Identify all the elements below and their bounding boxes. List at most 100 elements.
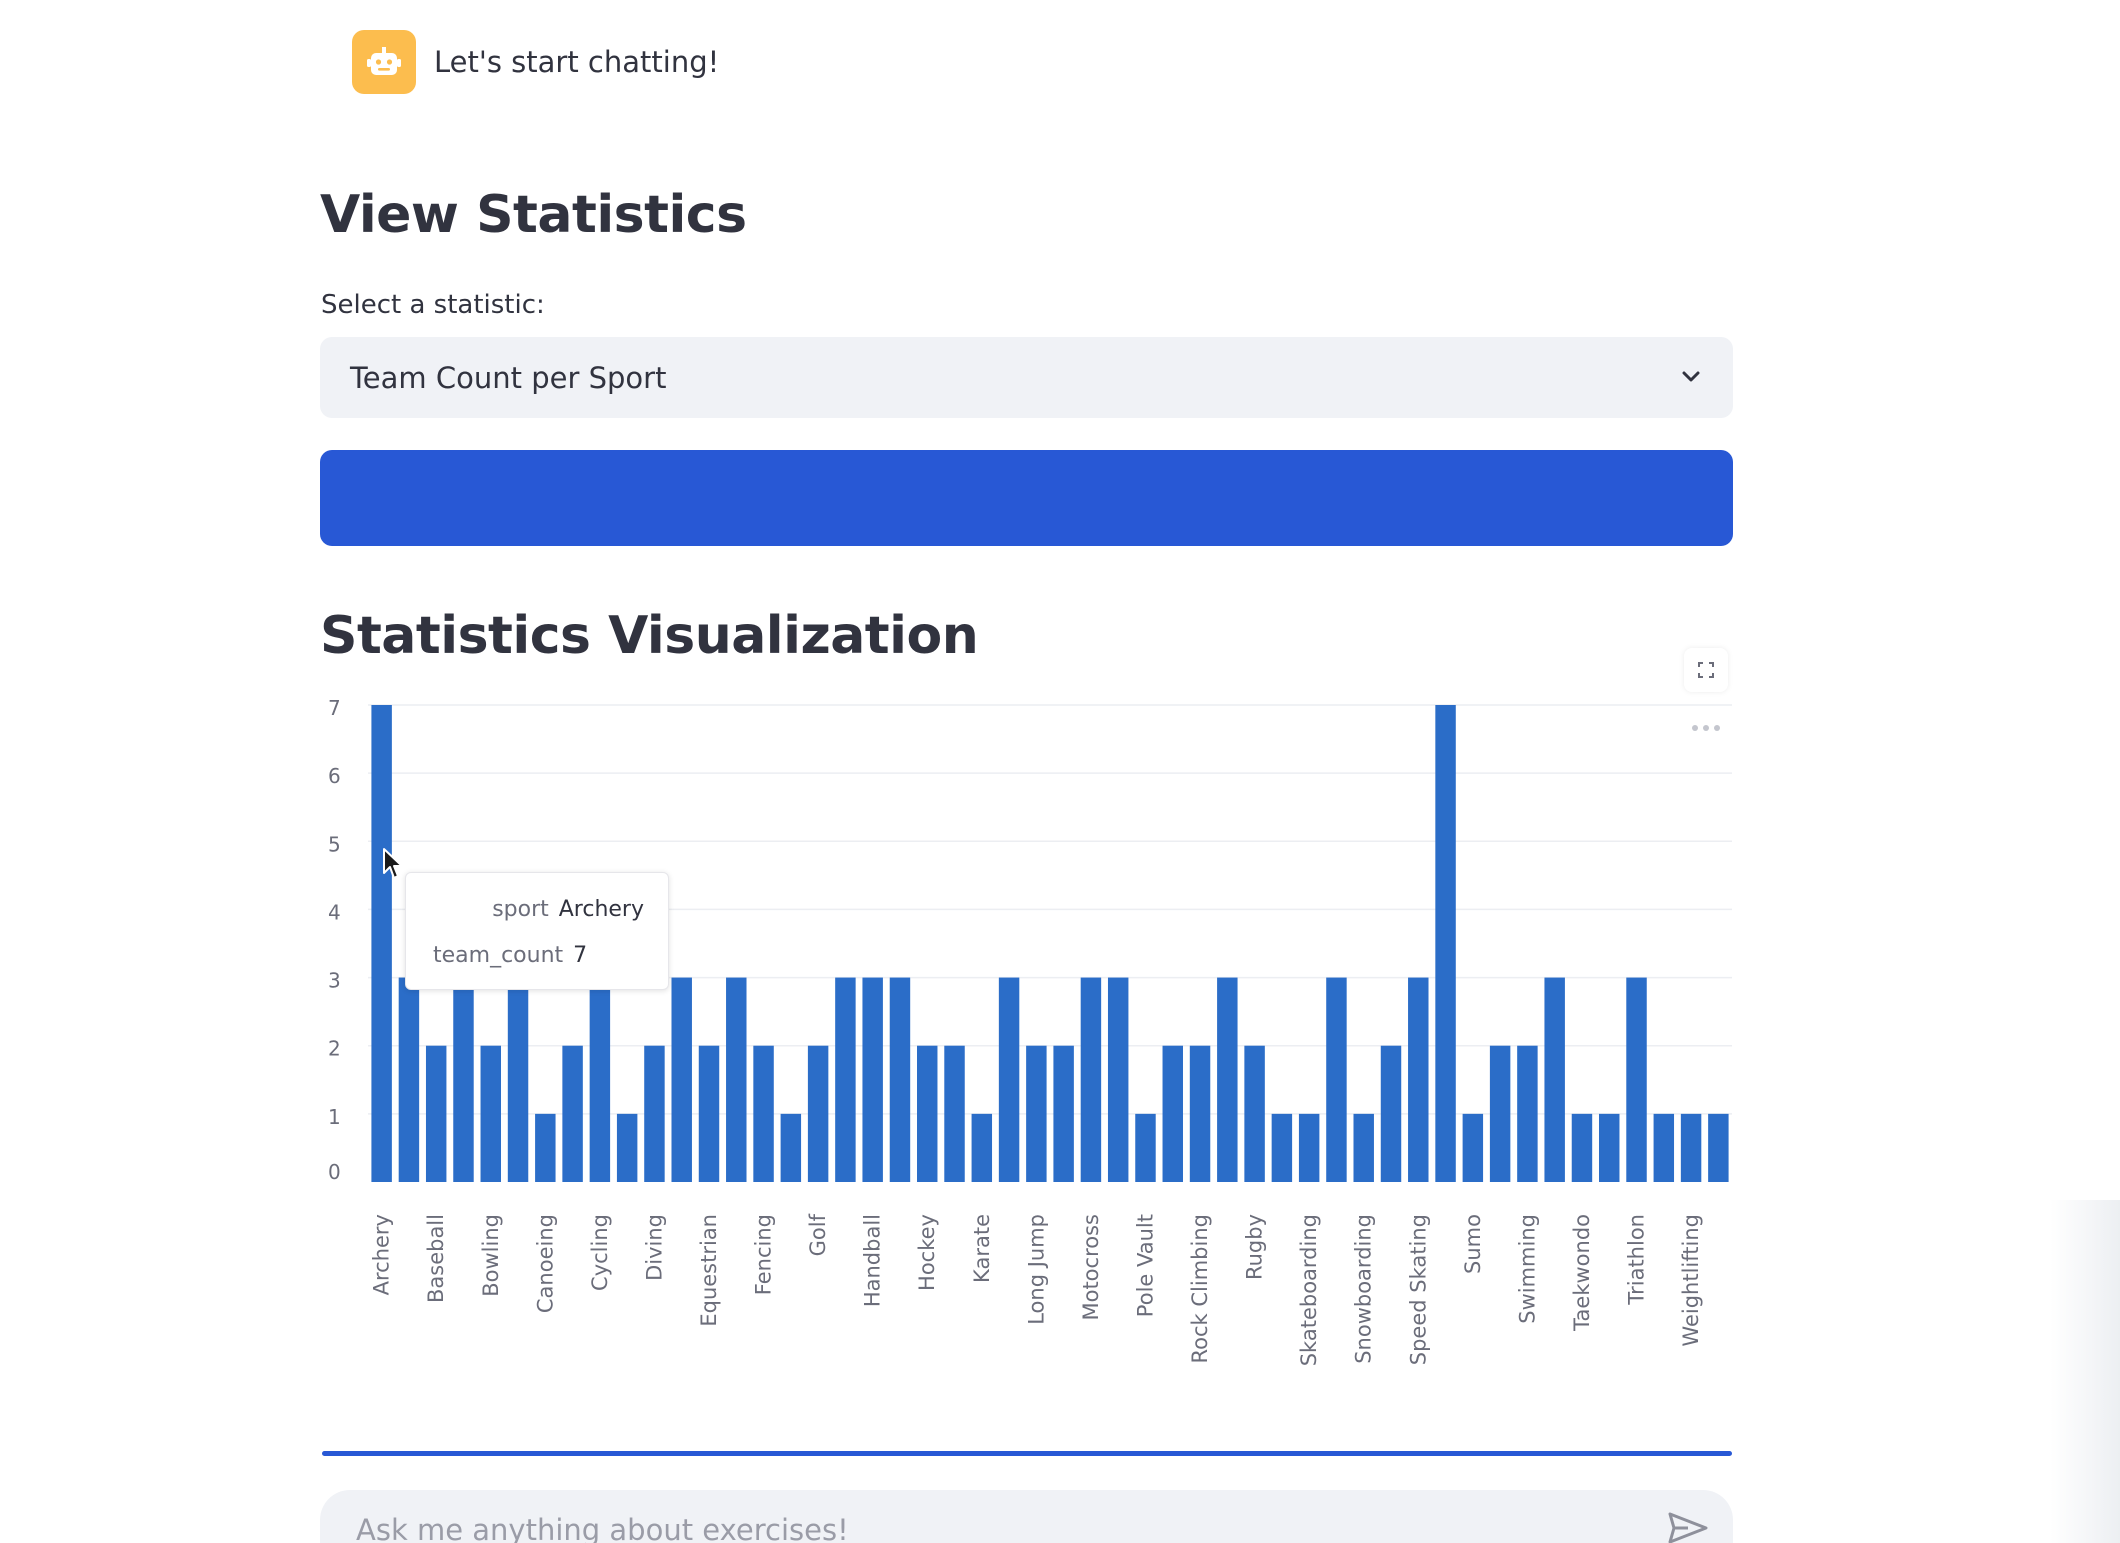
x-tick-label: Fencing <box>752 1214 776 1295</box>
chart-bar[interactable] <box>944 1045 965 1182</box>
x-tick-label: Taekwondo <box>1570 1214 1594 1332</box>
x-tick-label: Rugby <box>1243 1214 1267 1280</box>
show-statistics-button[interactable] <box>320 450 1733 546</box>
chart-bar[interactable] <box>1244 1045 1265 1182</box>
view-statistics-heading: View Statistics <box>320 185 747 245</box>
chart-bar[interactable] <box>889 977 911 1182</box>
bar-chart: 0 1 2 3 4 5 6 7 Archery Baseball Bowling Canoeing C… <box>328 696 1732 1366</box>
chevron-down-icon <box>1682 371 1700 382</box>
chart-bar[interactable] <box>398 977 420 1182</box>
mouse-cursor-icon <box>383 848 403 879</box>
x-tick-label: Sumo <box>1461 1214 1485 1274</box>
y-tick-label: 5 <box>328 832 341 856</box>
chart-bar[interactable] <box>1080 977 1102 1182</box>
x-tick-label: Diving <box>642 1214 666 1281</box>
x-tick-label: Bowling <box>479 1214 503 1297</box>
x-tick-label: Triathlon <box>1625 1214 1649 1306</box>
tooltip-row-team-count: team_count 7 <box>433 943 587 968</box>
fullscreen-icon <box>1698 662 1714 678</box>
chart-bar[interactable] <box>1708 1113 1729 1182</box>
chart-bar[interactable] <box>1599 1113 1620 1182</box>
chart-bar[interactable] <box>1026 1045 1047 1182</box>
chart-bar[interactable] <box>1053 1045 1074 1182</box>
tooltip-row-sport: sport Archery <box>492 897 644 922</box>
chart-bar[interactable] <box>1353 1113 1374 1182</box>
chart-bar[interactable] <box>589 977 611 1182</box>
chat-message: Let's start chatting! <box>352 30 719 94</box>
chart-bar[interactable] <box>1462 1113 1484 1182</box>
chart-bar[interactable] <box>1517 1045 1538 1182</box>
tooltip-value-team-count: 7 <box>573 943 588 968</box>
chart-bar[interactable] <box>1544 977 1565 1182</box>
chart-bar[interactable] <box>917 1045 938 1182</box>
chart-bar[interactable] <box>1107 977 1129 1182</box>
chart-bar[interactable] <box>971 1113 993 1182</box>
chart-bar[interactable] <box>671 977 692 1182</box>
chat-input[interactable] <box>354 1506 1608 1543</box>
y-tick-label: 2 <box>328 1037 341 1061</box>
x-tick-label: Equestrian <box>697 1214 721 1327</box>
chart-bar[interactable] <box>862 977 883 1182</box>
chart-y-axis: 0 1 2 3 4 5 6 7 <box>328 696 341 1184</box>
tooltip-key-sport: sport <box>492 897 549 922</box>
y-tick-label: 4 <box>328 900 341 924</box>
y-tick-label: 3 <box>328 969 341 993</box>
chart-bar[interactable] <box>835 977 856 1182</box>
y-tick-label: 6 <box>328 764 341 788</box>
x-tick-label: Rock Climbing <box>1188 1214 1212 1363</box>
x-tick-label: Pole Vault <box>1133 1214 1157 1317</box>
tooltip-value-sport: Archery <box>558 897 644 922</box>
chart-bar[interactable] <box>1626 977 1647 1182</box>
chart-bar[interactable] <box>807 1045 829 1182</box>
tooltip-key-team-count: team_count <box>433 943 564 968</box>
statistic-select[interactable]: Team Count per Sport <box>320 337 1733 418</box>
fullscreen-button[interactable] <box>1684 648 1728 692</box>
chart-bar[interactable] <box>1217 977 1238 1182</box>
x-tick-label: Canoeing <box>533 1214 557 1313</box>
chart-bar[interactable] <box>1435 705 1456 1182</box>
chart-bar[interactable] <box>535 1113 556 1182</box>
chart-bar[interactable] <box>1408 977 1429 1182</box>
chart-bar[interactable] <box>1189 1045 1211 1182</box>
send-icon[interactable] <box>1666 1508 1710 1543</box>
chart-bar[interactable] <box>1380 1045 1402 1182</box>
chart-tooltip: sport Archery team_count 7 <box>405 872 669 990</box>
chart-bar[interactable] <box>644 1045 665 1182</box>
chat-input-container <box>320 1490 1733 1543</box>
chart-bar[interactable] <box>425 1045 447 1182</box>
chat-message-text: Let's start chatting! <box>434 45 720 79</box>
x-tick-label: Weightlifting <box>1679 1214 1703 1347</box>
chart-bar[interactable] <box>1326 977 1347 1182</box>
y-tick-label: 7 <box>328 696 341 720</box>
chart-bar[interactable] <box>726 977 747 1182</box>
x-tick-label: Motocross <box>1079 1214 1103 1321</box>
chart-bar[interactable] <box>562 1045 583 1182</box>
x-tick-label: Snowboarding <box>1352 1214 1376 1364</box>
chart-bar[interactable] <box>1271 1113 1293 1182</box>
chart-bar[interactable] <box>753 1045 774 1182</box>
window-edge-shadow <box>2050 1200 2120 1543</box>
chart-bar[interactable] <box>1571 1113 1593 1182</box>
chart-bar[interactable] <box>480 1045 501 1182</box>
chart-bar[interactable] <box>616 1113 638 1182</box>
statistics-visualization-heading: Statistics Visualization <box>320 606 979 666</box>
chart-bar[interactable] <box>698 1045 720 1182</box>
x-tick-label: Hockey <box>915 1214 939 1291</box>
chart-bar[interactable] <box>1653 1113 1675 1182</box>
chart-bar[interactable] <box>998 977 1020 1182</box>
x-tick-label: Golf <box>806 1213 830 1256</box>
statistic-select-value: Team Count per Sport <box>350 360 667 395</box>
chart-bar[interactable] <box>507 977 529 1182</box>
chart-bar[interactable] <box>780 1113 802 1182</box>
x-tick-label: Long Jump <box>1024 1214 1048 1325</box>
chart-bar[interactable] <box>371 705 392 1182</box>
x-tick-label: Baseball <box>424 1214 448 1303</box>
chart-bar[interactable] <box>1680 1113 1702 1182</box>
x-tick-label: Skateboarding <box>1297 1214 1321 1366</box>
chart-bar[interactable] <box>1162 1045 1183 1182</box>
chart-bar[interactable] <box>1489 1045 1511 1182</box>
chart-bar[interactable] <box>1298 1113 1320 1182</box>
chart-bar[interactable] <box>1135 1113 1156 1182</box>
x-tick-label: Speed Skating <box>1406 1214 1430 1365</box>
chart-bar[interactable] <box>453 977 474 1182</box>
